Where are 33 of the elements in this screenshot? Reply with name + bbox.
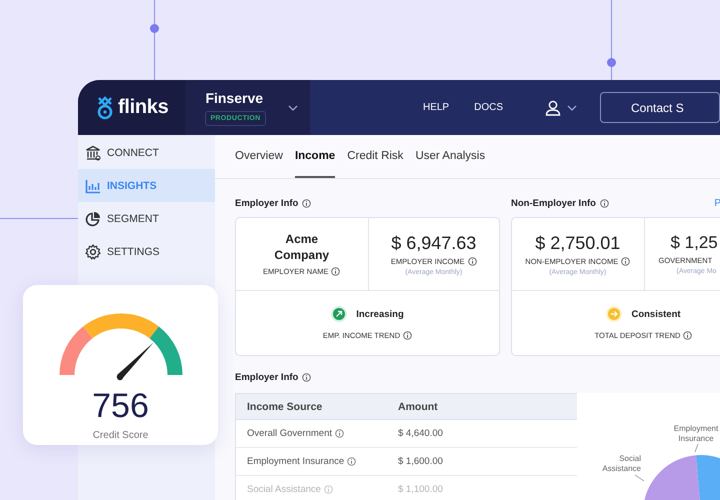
table-cell: Social Assistance [247, 484, 321, 495]
section-title: Employer Info [235, 198, 298, 208]
metric-value: $ 1,25 [670, 233, 718, 253]
pie-label: Social Assistance [602, 454, 641, 473]
tab[interactable]: Credit Risk [347, 135, 404, 178]
nav-link[interactable]: HELP [422, 102, 450, 113]
sidebar-item[interactable]: SEGMENT [78, 202, 215, 235]
section-title: Employer Info [235, 372, 298, 382]
trend-value: Increasing [356, 308, 404, 320]
metric-value: $ 2,750.01 [535, 232, 620, 254]
table-cell-text: $ 4,640.00 [397, 428, 444, 439]
credit-score-label: Credit Score [92, 430, 148, 441]
logo-text: flinks [118, 96, 168, 119]
trend-value: Consistent [631, 308, 681, 320]
metric-value: $ 6,947.63 [391, 232, 476, 254]
column-header: Amount [397, 400, 439, 412]
sidebar-item[interactable]: CONNECT [78, 136, 215, 169]
nav-link[interactable]: DOCS [474, 102, 503, 113]
table-cell-text: $ 1,600.00 [397, 456, 444, 467]
section-title: Non-Employer Info [511, 198, 596, 208]
contact-button[interactable]: Contact S [600, 92, 720, 123]
pie-label: Employment Insurance [674, 424, 718, 443]
table-cell: Overall Government [247, 428, 332, 439]
table-cell-text: $ 1,100.00 [397, 484, 444, 495]
employer-name: Acme Company [273, 232, 330, 264]
sidebar-item[interactable]: SETTINGS [78, 235, 215, 268]
tab[interactable]: Overview [235, 135, 283, 178]
tab[interactable]: User Analysis [415, 135, 486, 178]
credit-score-value: 756 [92, 389, 149, 423]
workspace-name: Finserve [205, 90, 264, 106]
table-cell: Employment Insurance [247, 456, 344, 467]
tab[interactable]: Income [294, 135, 336, 178]
column-header: Income Source [246, 400, 324, 412]
